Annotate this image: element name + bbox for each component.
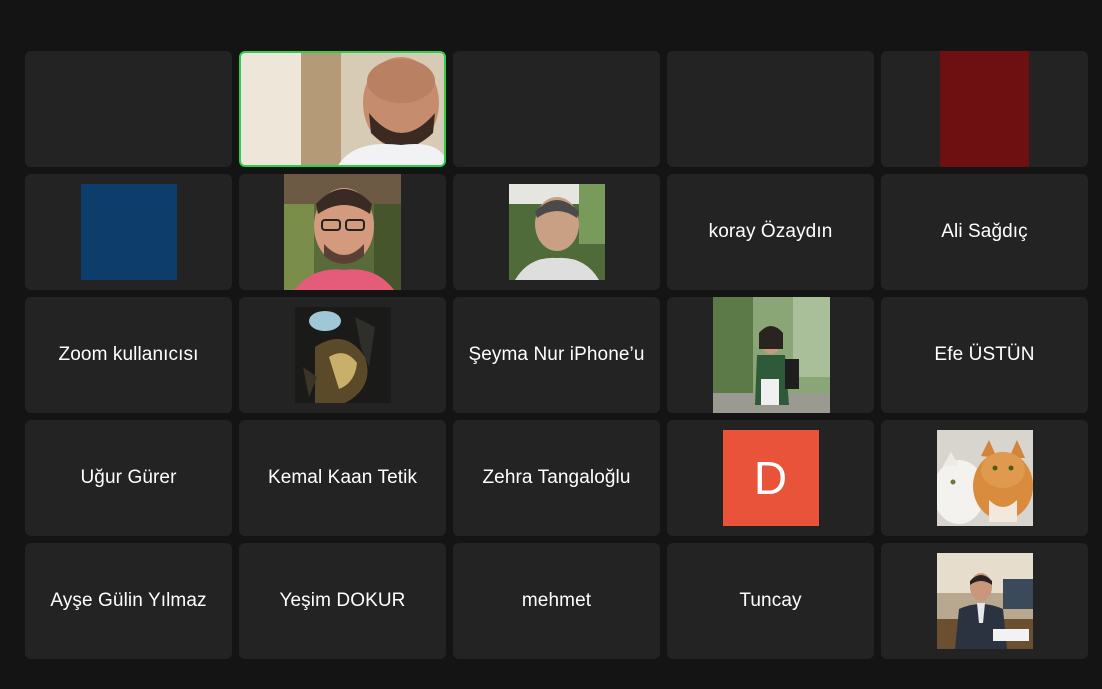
participant-tile[interactable] — [667, 297, 874, 413]
participant-tile[interactable]: Yeşim DOKUR — [239, 543, 446, 659]
dark-red-avatar — [940, 51, 1029, 167]
participant-name: mehmet — [521, 590, 592, 611]
participant-name: Uğur Gürer — [80, 467, 177, 488]
participant-name: Zehra Tangaloğlu — [482, 467, 631, 488]
participant-tile[interactable] — [881, 51, 1088, 167]
profile-photo — [936, 430, 1033, 526]
participant-tile[interactable]: D — [667, 420, 874, 536]
participant-tile[interactable] — [881, 420, 1088, 536]
participant-tile[interactable]: Efe ÜSTÜN — [881, 297, 1088, 413]
participant-name: Şeyma Nur iPhone’u — [468, 344, 645, 365]
blue-avatar — [80, 184, 177, 280]
participant-name: Kemal Kaan Tetik — [267, 467, 418, 488]
participant-tile[interactable]: Zehra Tangaloğlu — [453, 420, 660, 536]
profile-photo — [284, 174, 401, 290]
gallery-view: koray Özaydın Ali Sağdıç Zoom kullanıcıs… — [0, 0, 1102, 689]
profile-photo — [508, 184, 605, 280]
participant-tile[interactable] — [25, 174, 232, 290]
participant-tile[interactable]: Tuncay — [667, 543, 874, 659]
video-feed — [241, 53, 444, 165]
participant-tile[interactable] — [881, 543, 1088, 659]
initial-avatar: D — [722, 430, 819, 526]
profile-photo — [936, 553, 1033, 649]
participant-name: Efe ÜSTÜN — [934, 344, 1035, 365]
participant-tile-speaking[interactable] — [239, 51, 446, 167]
profile-photo — [713, 297, 830, 413]
participant-tile[interactable] — [239, 174, 446, 290]
participant-tile[interactable]: koray Özaydın — [667, 174, 874, 290]
participant-name: Yeşim DOKUR — [279, 590, 406, 611]
participant-name: koray Özaydın — [708, 221, 833, 242]
participant-name: Ali Sağdıç — [941, 221, 1028, 242]
participant-tile[interactable] — [453, 174, 660, 290]
participant-tile[interactable]: Ayşe Gülin Yılmaz — [25, 543, 232, 659]
participant-name: Zoom kullanıcısı — [58, 344, 199, 365]
participant-tile[interactable]: Zoom kullanıcısı — [25, 297, 232, 413]
participant-tile[interactable]: Uğur Gürer — [25, 420, 232, 536]
participant-name: Ayşe Gülin Yılmaz — [50, 590, 207, 611]
participant-tile[interactable] — [667, 51, 874, 167]
participant-tile[interactable] — [239, 297, 446, 413]
participant-tile[interactable] — [25, 51, 232, 167]
participant-tile[interactable] — [453, 51, 660, 167]
participant-tile[interactable]: mehmet — [453, 543, 660, 659]
participant-tile[interactable]: Ali Sağdıç — [881, 174, 1088, 290]
participant-name: Tuncay — [739, 590, 802, 611]
profile-image — [294, 307, 391, 403]
participant-tile[interactable]: Kemal Kaan Tetik — [239, 420, 446, 536]
participant-tile[interactable]: Şeyma Nur iPhone’u — [453, 297, 660, 413]
